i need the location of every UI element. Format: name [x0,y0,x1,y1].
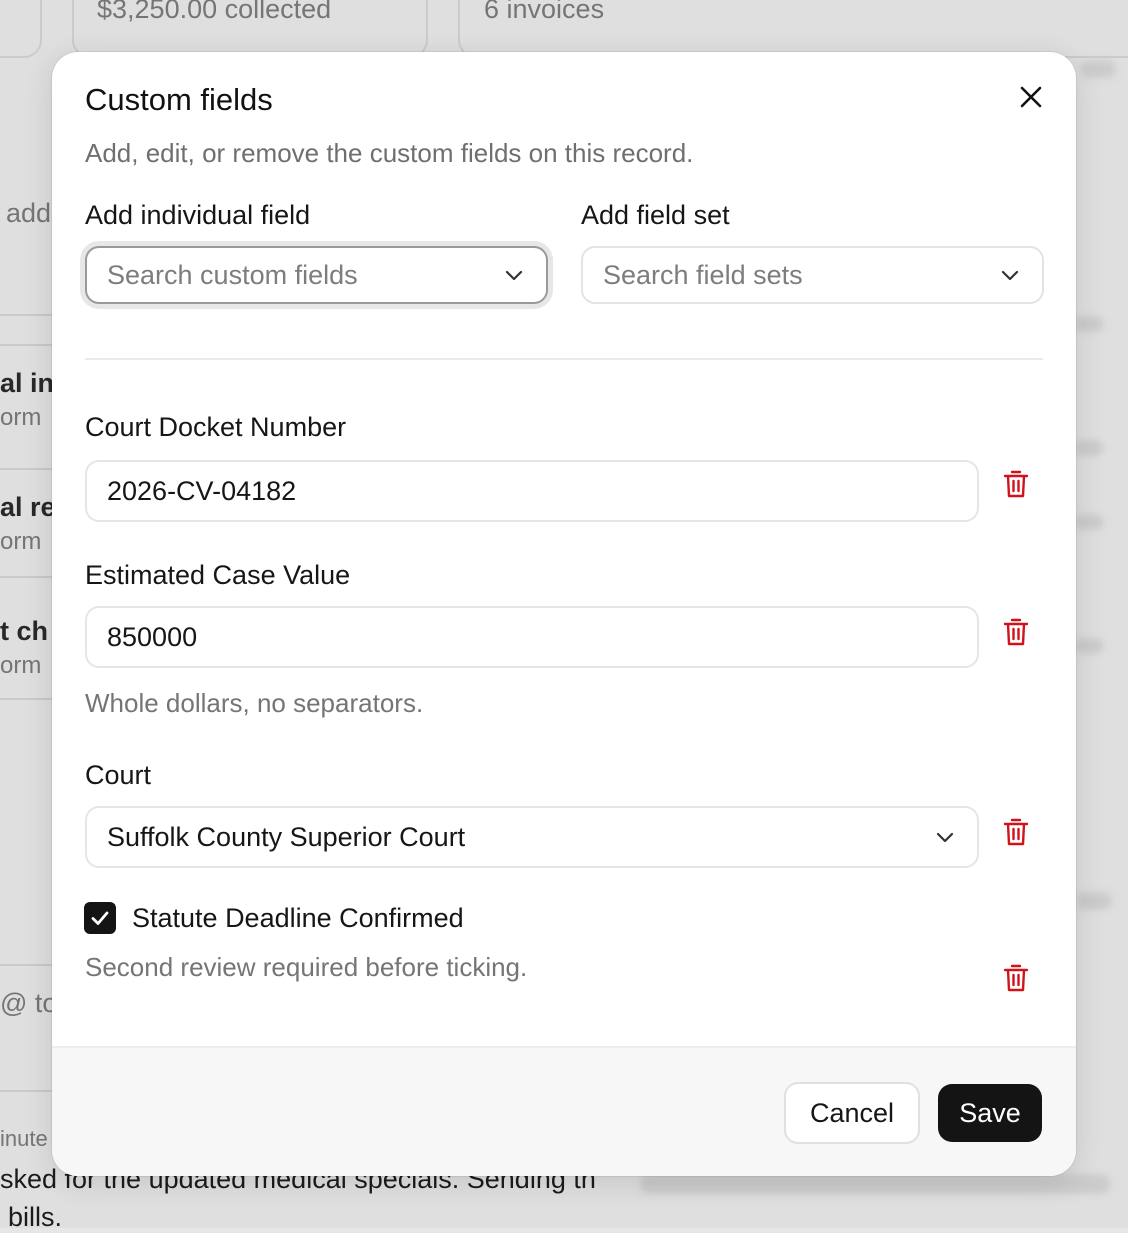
search-custom-fields-combobox[interactable]: Search custom fields [85,246,548,304]
trash-icon [1003,470,1029,498]
court-select[interactable]: Suffolk County Superior Court [85,806,979,868]
trash-icon [1003,964,1029,992]
statute-deadline-confirmed-checkbox[interactable] [84,902,116,934]
court-docket-number-value: 2026-CV-04182 [107,475,297,506]
chevron-down-icon [933,825,957,849]
dialog-subtitle: Add, edit, or remove the custom fields o… [85,138,694,168]
statute-deadline-confirmed-label[interactable]: Statute Deadline Confirmed [132,903,464,934]
delete-court-docket-number-button[interactable] [1001,468,1031,500]
estimated-case-value-value: 850000 [107,621,198,652]
cancel-button[interactable]: Cancel [784,1082,920,1144]
trash-icon [1003,618,1029,646]
delete-estimated-case-value-button[interactable] [1001,616,1031,648]
save-button[interactable]: Save [938,1084,1042,1142]
dialog-title: Custom fields [85,82,273,117]
estimated-case-value-label: Estimated Case Value [85,560,351,590]
close-button[interactable] [1014,80,1048,114]
statute-deadline-confirmed-hint: Second review required before ticking. [85,952,528,982]
court-docket-number-label: Court Docket Number [85,412,347,442]
court-docket-number-input[interactable]: 2026-CV-04182 [85,460,979,522]
section-divider [85,358,1043,360]
delete-court-button[interactable] [1001,816,1031,848]
dialog-footer: Cancel Save [52,1046,1076,1176]
delete-statute-deadline-confirmed-button[interactable] [1001,962,1031,994]
check-icon [91,911,109,925]
chevron-down-icon [502,263,526,287]
chevron-down-icon [998,263,1022,287]
add-field-set-label: Add field set [581,200,730,230]
search-field-sets-placeholder: Search field sets [603,259,803,290]
search-custom-fields-placeholder: Search custom fields [107,259,358,290]
trash-icon [1003,818,1029,846]
search-field-sets-combobox[interactable]: Search field sets [581,246,1044,304]
close-icon [1020,86,1042,108]
estimated-case-value-hint: Whole dollars, no separators. [85,688,424,718]
custom-fields-dialog: Custom fields Add, edit, or remove the c… [52,52,1076,1176]
court-label: Court [85,760,152,790]
court-selected-value: Suffolk County Superior Court [107,821,466,852]
estimated-case-value-input[interactable]: 850000 [85,606,979,668]
add-individual-field-label: Add individual field [85,200,311,230]
